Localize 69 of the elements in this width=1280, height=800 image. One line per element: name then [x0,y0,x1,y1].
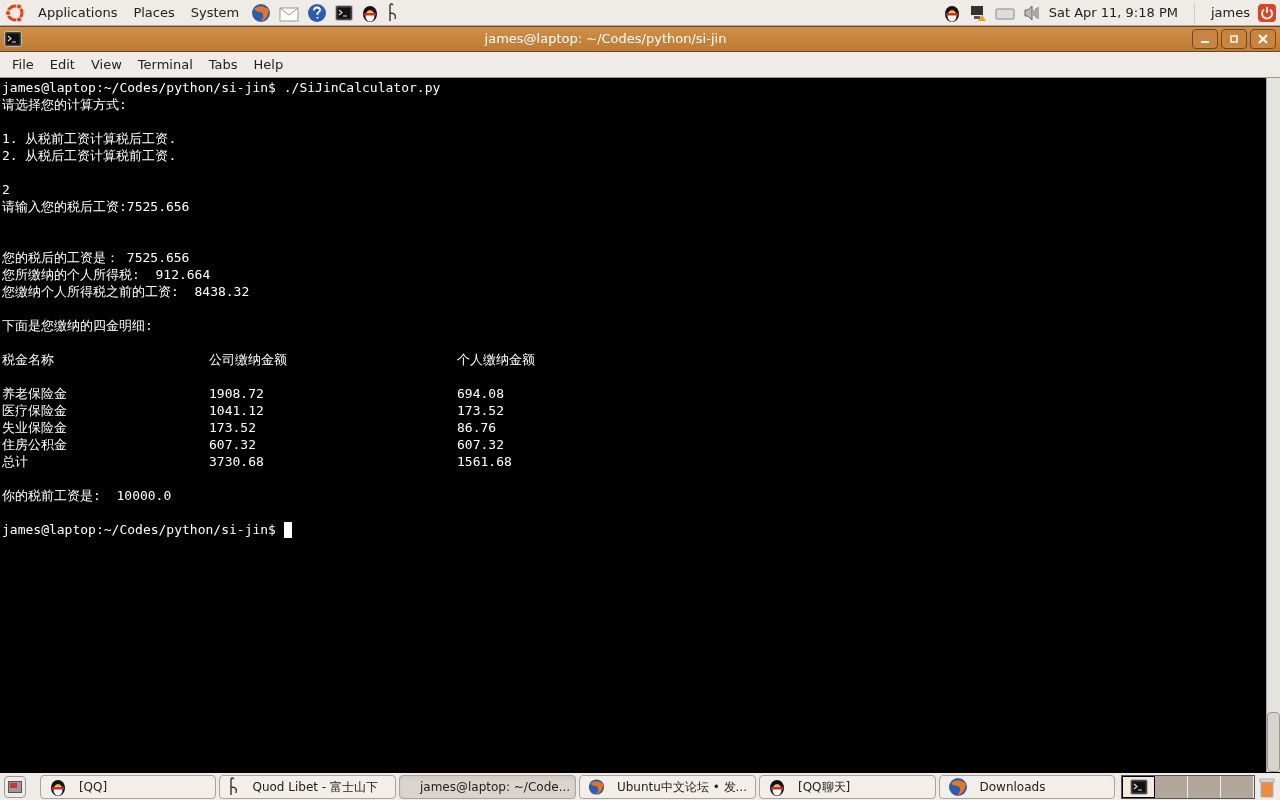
terminal-line: 1. 从税前工资计算税后工资. [2,130,178,147]
menu-item[interactable]: Edit [41,54,83,75]
menu-item[interactable]: Tabs [200,54,246,75]
table-cell: 个人缴纳金额 [457,351,535,368]
table-cell: 694.08 [457,385,504,402]
scrollbar[interactable] [1266,78,1280,772]
table-cell-text: 失业保险金 [2,419,68,436]
taskbar-button[interactable]: Downloads [938,774,1116,799]
workspace-switcher[interactable] [1121,774,1256,799]
panel-menu[interactable]: Applications [34,2,122,23]
terminal-line: 请选择您的计算方式: [2,96,128,113]
table-cell: 607.32 [457,436,504,453]
panel-menu[interactable]: System [186,2,244,23]
minimize-button[interactable] [1192,29,1218,49]
maximize-icon [1229,34,1239,44]
power-icon[interactable] [1258,3,1276,22]
taskbar-button[interactable]: james@laptop: ~/Code... [398,774,576,799]
terminal-prompt: james@laptop:~/Codes/python/si-jin$ [2,521,277,538]
terminal-line: 下面是您缴纳的四金明细: [2,317,154,334]
window-menu-icon [4,31,22,47]
table-cell-text: 173.52 [209,419,257,436]
menu-item[interactable]: View [82,54,130,75]
menu-item[interactable]: Terminal [129,54,201,75]
terminal-line: 您缴纳个人所得税之前的工资: 8438.32 [2,283,251,300]
table-cell-text: 总计 [2,453,29,470]
menu-item[interactable]: File [4,54,42,75]
table-cell: 173.52 [457,402,504,419]
terminal-line: 您的税后的工资是： 7525.656 [2,249,191,266]
show-desktop-button[interactable] [4,775,26,798]
table-cell: 86.76 [457,419,497,436]
panel-menu[interactable]: Places [129,2,179,23]
desktop-icon [7,780,22,793]
maximize-button[interactable] [1221,29,1247,49]
table-cell-text: 1041.12 [209,402,265,419]
table-cell-text: 公司缴纳金额 [209,351,288,368]
browser-launcher-icon [251,2,272,23]
taskbar-button[interactable]: [QQ聊天] [758,774,936,799]
taskbar-button[interactable]: Quod Libet - 富士山下 [219,774,396,799]
help-icon[interactable] [307,2,328,23]
terminal-line: 请输入您的税后工资:7525.656 [2,198,191,215]
workspace-window-icon [1129,778,1148,795]
taskbar-button[interactable]: [QQ] [39,774,217,799]
table-cell-text: 养老保险金 [2,385,68,402]
globe-icon [947,776,968,797]
terminal-line: james@laptop:~/Codes/python/si-jin$ ./SiJinCalculator.py [2,79,442,96]
user-name[interactable]: james [1211,2,1250,23]
table-cell-text: 医疗保险金 [2,402,68,419]
terminal-launcher-icon [335,4,354,21]
globe-icon [587,776,605,797]
workspace-switcher-cell[interactable] [1122,775,1156,798]
table-cell: 1561.68 [457,453,512,470]
volume-icon[interactable] [1022,4,1041,21]
taskbar-button[interactable]: Ubuntu中文论坛 • 发... [578,774,756,799]
terminal-line: 2. 从税后工资计算税前工资. [2,147,178,164]
table-cell-text: 住房公积金 [2,436,68,453]
table-cell-text: 3730.68 [209,453,265,470]
terminal-line: 你的税前工资是: 10000.0 [2,487,173,504]
terminal-line: 2 [2,181,11,198]
table-cell-text: 1908.72 [209,385,265,402]
clock[interactable]: Sat Apr 11, 9:18 PM [1048,2,1178,23]
table-cell-text: 税金名称 [2,351,55,368]
network-icon[interactable] [968,3,987,22]
table-cell-text: 607.32 [209,436,257,453]
close-button[interactable] [1250,29,1276,49]
terminal-line: 您所缴纳的个人所得税: 912.664 [2,266,212,283]
close-icon [1258,34,1268,44]
menu-item[interactable]: Help [245,54,292,75]
minimize-icon [1200,41,1210,43]
window-title: james@laptop: ~/Codes/python/si-jin [483,30,728,49]
